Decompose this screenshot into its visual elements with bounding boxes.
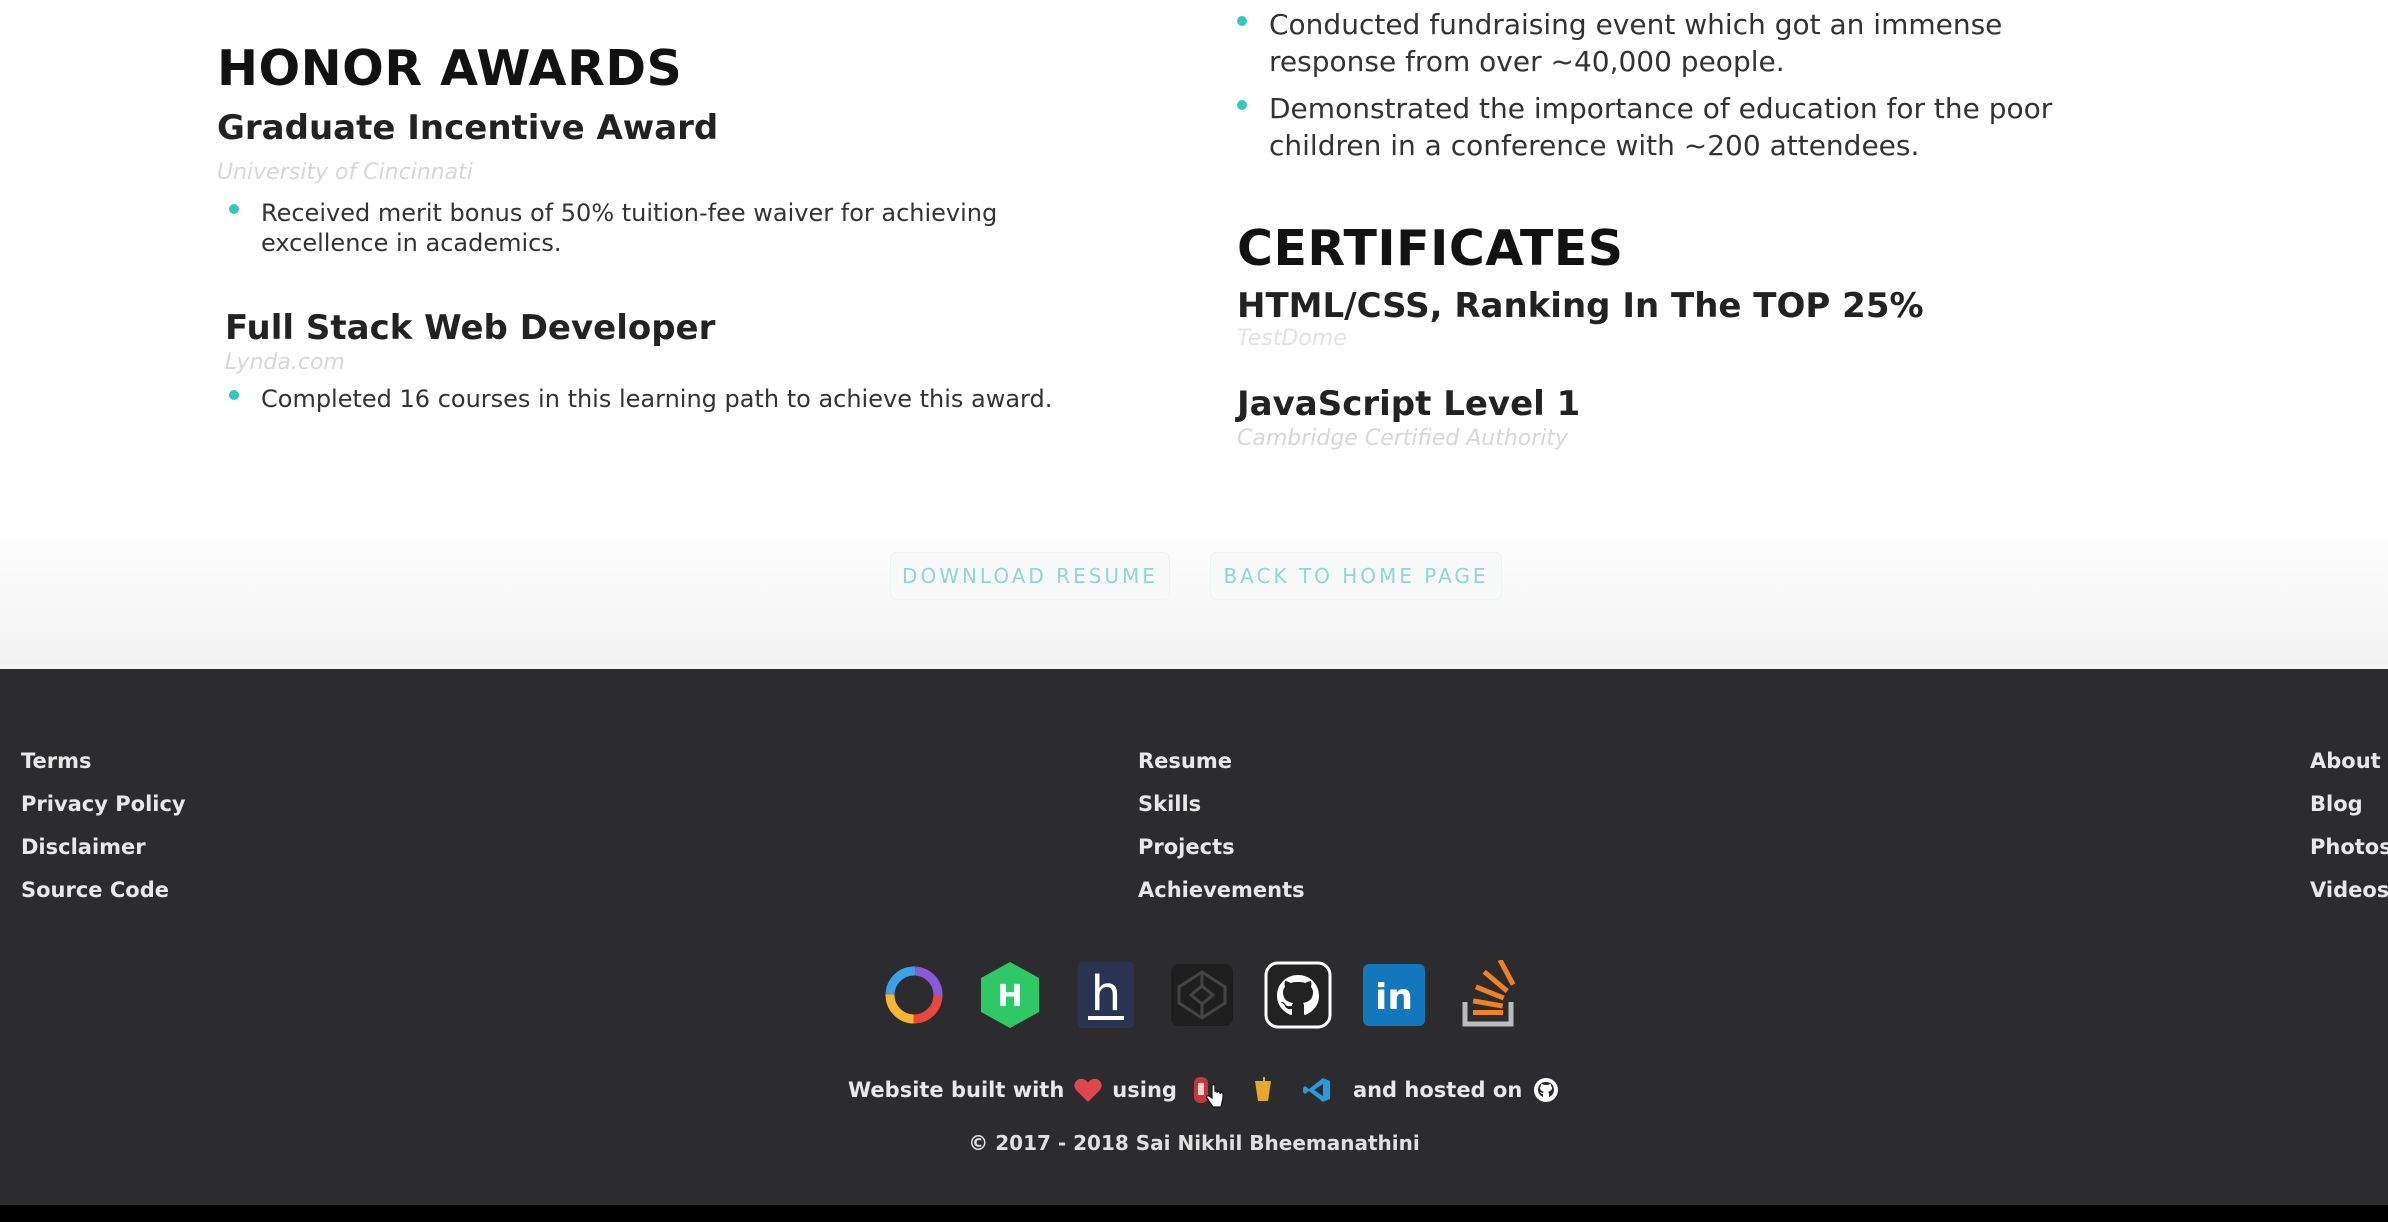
page: HONOR AWARDS Graduate Incentive Award Un…	[0, 0, 2388, 1222]
codepen-icon[interactable]	[1166, 959, 1238, 1031]
bullet-dot-icon	[1237, 16, 1247, 26]
stackoverflow-icon[interactable]	[1454, 959, 1526, 1031]
bullet-dot-icon	[229, 204, 239, 214]
github-icon[interactable]	[1262, 959, 1334, 1031]
award-bullet: Received merit bonus of 50% tuition-fee …	[227, 198, 997, 258]
footer-link-achievements[interactable]: Achievements	[1138, 878, 1305, 921]
activity-bullet: Demonstrated the importance of education…	[1235, 90, 2052, 164]
certificate-title: JavaScript Level 1	[1237, 384, 1581, 424]
certificate-org: TestDome	[1237, 326, 1347, 351]
activity-bullet: Conducted fundraising event which got an…	[1235, 6, 2002, 80]
footer-link-resume[interactable]: Resume	[1138, 749, 1305, 792]
bullet-dot-icon	[229, 390, 239, 400]
footer-legal-links: Terms Privacy Policy Disclaimer Source C…	[21, 749, 186, 921]
footer-link-blog[interactable]: Blog	[2310, 792, 2388, 835]
footer-link-videos[interactable]: Videos	[2310, 878, 2388, 921]
honor-awards-heading: HONOR AWARDS	[217, 40, 683, 97]
built-with-line: Website built with using and hosted on	[848, 1067, 1570, 1113]
hackerrank-icon[interactable]: H	[974, 959, 1046, 1031]
svg-text:h: h	[1091, 966, 1121, 1022]
heart-icon	[1072, 1074, 1104, 1106]
download-resume-button[interactable]: DOWNLOAD RESUME	[890, 552, 1170, 600]
award-org: Lynda.com	[225, 350, 345, 375]
cursor-icon	[1199, 1081, 1231, 1113]
svg-text:H: H	[997, 979, 1022, 1014]
hackerearth-icon[interactable]	[878, 959, 950, 1031]
footer-personal-links: About Blog Photos Videos	[2310, 749, 2388, 921]
award-title: Graduate Incentive Award	[217, 108, 719, 148]
social-icons: H h in	[878, 959, 1550, 1031]
footer-link-disclaimer[interactable]: Disclaimer	[21, 835, 186, 878]
hosted-text: and hosted on	[1352, 1078, 1523, 1102]
footer-link-source-code[interactable]: Source Code	[21, 878, 186, 921]
footer-link-photos[interactable]: Photos	[2310, 835, 2388, 878]
footer-link-about[interactable]: About	[2310, 749, 2388, 792]
certificates-heading: CERTIFICATES	[1237, 220, 1624, 277]
footer-link-skills[interactable]: Skills	[1138, 792, 1305, 835]
svg-text:in: in	[1375, 977, 1413, 1018]
footer-link-terms[interactable]: Terms	[21, 749, 186, 792]
linkedin-icon[interactable]: in	[1358, 959, 1430, 1031]
back-to-home-button[interactable]: BACK TO HOME PAGE	[1210, 552, 1502, 600]
footer-link-privacy-policy[interactable]: Privacy Policy	[21, 792, 186, 835]
bullet-dot-icon	[1237, 100, 1247, 110]
resume-content: HONOR AWARDS Graduate Incentive Award Un…	[0, 0, 2388, 669]
using-text: using	[1112, 1078, 1177, 1102]
copyright-text: © 2017 - 2018 Sai Nikhil Bheemanathini	[968, 1131, 1420, 1155]
gulp-icon	[1247, 1074, 1279, 1106]
certificate-title: HTML/CSS, Ranking In The TOP 25%	[1237, 286, 1924, 326]
footer-portfolio-links: Resume Skills Projects Achievements	[1138, 749, 1305, 921]
award-title: Full Stack Web Developer	[225, 308, 716, 348]
footer-link-projects[interactable]: Projects	[1138, 835, 1305, 878]
award-bullet: Completed 16 courses in this learning pa…	[227, 384, 1052, 414]
vscode-icon	[1301, 1074, 1333, 1106]
hashnode-icon[interactable]: h	[1070, 959, 1142, 1031]
site-footer: Terms Privacy Policy Disclaimer Source C…	[0, 669, 2388, 1205]
award-org: University of Cincinnati	[217, 160, 473, 185]
github-small-icon	[1530, 1074, 1562, 1106]
certificate-org: Cambridge Certified Authority	[1237, 426, 1569, 451]
built-with-text: Website built with	[848, 1078, 1065, 1102]
bottom-edge	[0, 1205, 2388, 1222]
